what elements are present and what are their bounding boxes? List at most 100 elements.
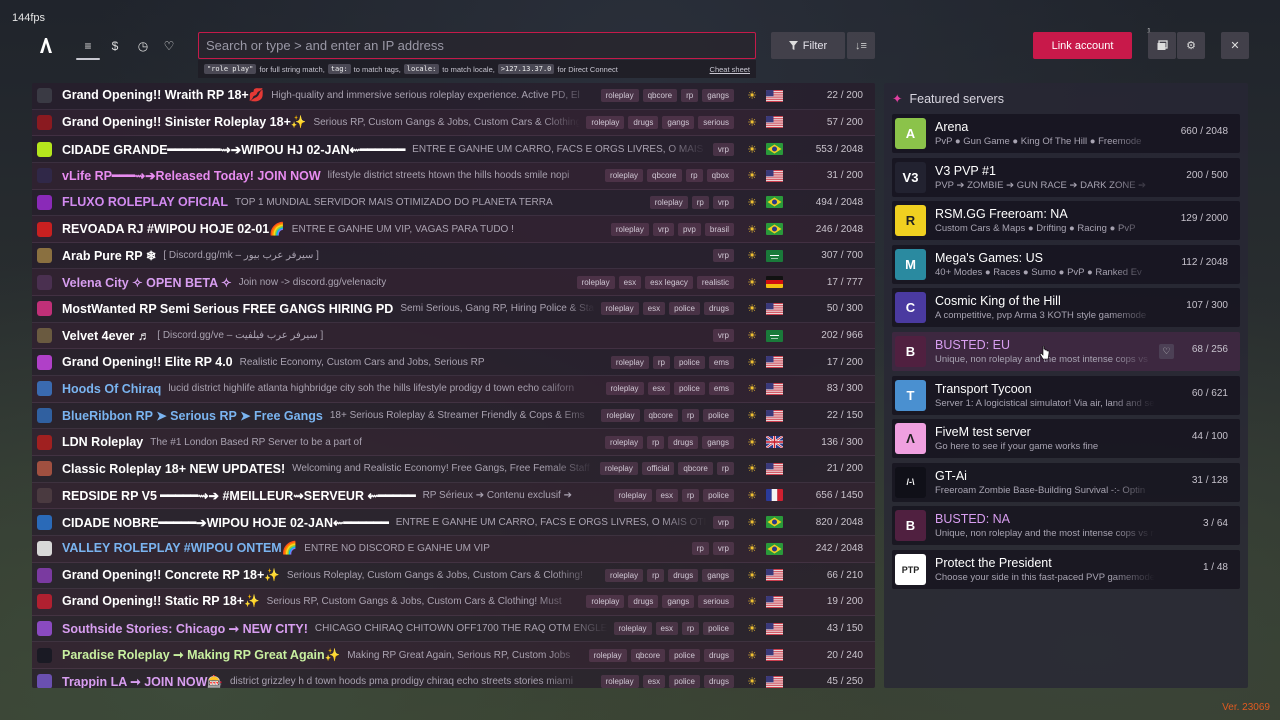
server-tag[interactable]: roleplay <box>605 382 644 396</box>
server-tag[interactable]: esx legacy <box>645 275 693 289</box>
server-tag[interactable]: pvp <box>677 222 701 236</box>
tab-premium[interactable]: $ <box>103 36 127 56</box>
server-tag[interactable]: rp <box>716 462 734 476</box>
server-tag[interactable]: police <box>703 622 734 636</box>
server-tag[interactable]: vrp <box>712 142 734 156</box>
server-row[interactable]: Velena City ✧ OPEN BETA ✧ Join now -> dis… <box>32 269 875 297</box>
server-tag[interactable]: roleplay <box>649 195 688 209</box>
server-tag[interactable]: rp <box>681 622 700 636</box>
server-tag[interactable]: roleplay <box>586 115 625 129</box>
server-row[interactable]: MostWanted RP Semi Serious FREE GANGS HI… <box>32 296 875 323</box>
featured-server-item[interactable]: A Arena PvP ● Gun Game ● King Of The Hill … <box>892 114 1240 153</box>
server-row[interactable]: Grand Opening!! Static RP 18+✨ Serious RP… <box>32 589 875 616</box>
server-tag[interactable]: vrp <box>712 249 734 263</box>
server-tag[interactable]: police <box>703 488 734 502</box>
server-tag[interactable]: roleplay <box>586 595 625 609</box>
server-tag[interactable]: police <box>673 382 705 396</box>
server-tag[interactable]: rp <box>652 355 670 369</box>
server-tag[interactable]: realistic <box>696 275 734 289</box>
tab-favorites[interactable]: ♡ <box>157 36 181 56</box>
server-row[interactable]: BlueRibbon RP ➤ Serious RP ➤ Free Gangs 1… <box>32 403 875 430</box>
search-bar[interactable] <box>198 32 756 59</box>
featured-server-item[interactable]: PTP Protect the President Choose your side… <box>892 550 1240 589</box>
server-tag[interactable]: vrp <box>712 515 734 529</box>
server-tag[interactable]: qbcore <box>642 89 678 103</box>
server-tag[interactable]: rp <box>685 169 703 183</box>
server-tag[interactable]: roleplay <box>605 568 644 582</box>
tab-servers[interactable]: ≡ <box>76 36 100 60</box>
server-row[interactable]: Arab Pure RP ❄ [ Discord.gg/mk – سيرفر عر… <box>32 243 875 270</box>
server-tag[interactable]: official <box>641 462 675 476</box>
server-tag[interactable]: roleplay <box>600 302 639 316</box>
server-tag[interactable]: police <box>669 302 700 316</box>
server-tag[interactable]: vrp <box>712 329 734 343</box>
server-tag[interactable]: serious <box>698 115 734 129</box>
tab-history[interactable]: ◷ <box>131 36 155 56</box>
server-row[interactable]: Southside Stories: Chicago ➞ NEW CITY! CH… <box>32 616 875 643</box>
server-tag[interactable]: roleplay <box>576 275 615 289</box>
server-tag[interactable]: esx <box>655 488 678 502</box>
server-tag[interactable]: drugs <box>703 302 734 316</box>
server-tag[interactable]: drugs <box>628 115 659 129</box>
server-tag[interactable]: rp <box>681 488 700 502</box>
featured-server-item[interactable]: B BUSTED: NA Unique, non roleplay and the … <box>892 506 1240 546</box>
server-tag[interactable]: roleplay <box>605 435 644 449</box>
server-tag[interactable]: roleplay <box>600 89 639 103</box>
server-tag[interactable]: police <box>673 355 705 369</box>
server-row[interactable]: REDSIDE RP V5 ━━━━━⇝➔ #MEILLEUR⇝SERVEUR … <box>32 482 875 510</box>
server-row[interactable]: FLUXO ROLEPLAY OFICIAL TOP 1 MUNDIAL SERV… <box>32 190 875 217</box>
server-tag[interactable]: qbox <box>706 169 734 183</box>
server-row[interactable]: Grand Opening!! Concrete RP 18+✨ Serious … <box>32 563 875 590</box>
server-tag[interactable]: gangs <box>702 435 734 449</box>
server-tag[interactable]: rp <box>647 568 665 582</box>
server-tag[interactable]: rp <box>681 89 699 103</box>
featured-server-item[interactable]: /-\ GT-Ai Freeroam Zombie Base-Building Su… <box>892 462 1240 502</box>
server-tag[interactable]: qbcore <box>630 648 666 662</box>
server-tag[interactable]: serious <box>698 595 734 609</box>
server-row[interactable]: Paradise Roleplay ➞ Making RP Great Agai… <box>32 642 875 670</box>
server-row[interactable]: Grand Opening!! Elite RP 4.0 Realistic Ec… <box>32 349 875 377</box>
close-button[interactable]: ✕ <box>1221 32 1249 59</box>
featured-server-item[interactable]: V3 V3 PVP #1 PVP ➔ ZOMBIE ➔ GUN RACE ➔ DAR… <box>892 157 1240 197</box>
server-row[interactable]: Trappin LA ➞ JOIN NOW🎰 district grizzley … <box>32 669 875 688</box>
featured-server-item[interactable]: R RSM.GG Freeroam: NA Custom Cars & Maps ●… <box>892 201 1240 241</box>
server-tag[interactable]: gangs <box>662 115 695 129</box>
server-tag[interactable]: esx <box>655 622 678 636</box>
link-account-button[interactable]: Link account <box>1033 32 1132 59</box>
server-tag[interactable]: drugs <box>668 435 699 449</box>
server-tag[interactable]: roleplay <box>610 355 649 369</box>
server-tag[interactable]: drugs <box>668 568 699 582</box>
featured-server-item[interactable]: T Transport Tycoon Server 1: A logicistica… <box>892 375 1240 415</box>
server-tag[interactable]: roleplay <box>605 169 644 183</box>
server-tag[interactable]: police <box>669 675 700 688</box>
server-tag[interactable]: esx <box>642 302 666 316</box>
server-tag[interactable]: esx <box>642 675 666 688</box>
server-row[interactable]: CIDADE NOBRE━━━━━➔WIPOU HOJE 02-JAN⇜━━━━… <box>32 509 875 536</box>
server-tag[interactable]: brasil <box>704 222 734 236</box>
server-row[interactable]: VALLEY ROLEPLAY #WIPOU ONTEM🌈 ENTRE NO DI… <box>32 535 875 563</box>
server-tag[interactable]: roleplay <box>613 488 652 502</box>
server-tag[interactable]: gangs <box>702 568 734 582</box>
server-row[interactable]: Velvet 4ever ♬ [ Discord.gg/ve – سيرفر عر… <box>32 322 875 350</box>
server-row[interactable]: REVOADA RJ #WIPOU HOJE 02-01🌈 ENTRE E GAN… <box>32 216 875 243</box>
server-tag[interactable]: roleplay <box>588 648 627 662</box>
server-row[interactable]: Grand Opening!! Wraith RP 18+💋 High-quali… <box>32 83 875 110</box>
server-tag[interactable]: rp <box>681 409 700 422</box>
server-tag[interactable]: rp <box>691 195 709 209</box>
server-tag[interactable]: roleplay <box>613 622 652 636</box>
server-tag[interactable]: rp <box>647 435 665 449</box>
server-tag[interactable]: police <box>669 648 700 662</box>
server-tag[interactable]: vrp <box>712 542 734 556</box>
cheat-sheet-link[interactable]: Cheat sheet <box>710 65 750 74</box>
server-row[interactable]: CIDADE GRANDE━━━━━━━⇝➔WIPOU HJ 02-JAN⇜━━… <box>32 136 875 163</box>
server-tag[interactable]: roleplay <box>601 409 640 422</box>
server-row[interactable]: LDN Roleplay The #1 London Based RP Serve… <box>32 429 875 456</box>
server-tag[interactable]: esx <box>618 275 642 289</box>
fivem-logo-icon[interactable] <box>36 35 56 55</box>
server-tag[interactable]: gangs <box>662 595 695 609</box>
server-tag[interactable]: gangs <box>702 89 734 103</box>
settings-button[interactable]: ⚙ <box>1177 32 1205 59</box>
featured-server-item[interactable]: B BUSTED: EU Unique, non roleplay and the … <box>892 332 1240 371</box>
server-tag[interactable]: ems <box>708 382 734 396</box>
server-row[interactable]: Hoods Of Chiraq lucid district highlife a… <box>32 376 875 403</box>
